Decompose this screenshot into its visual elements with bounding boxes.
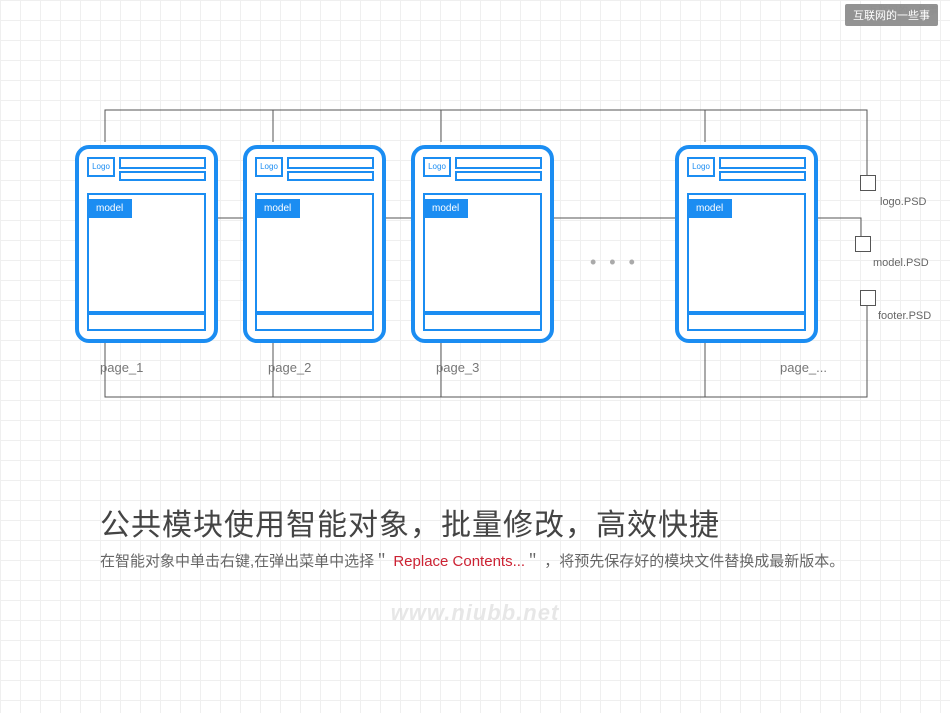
header-bar: [455, 157, 542, 169]
nav-bar: [119, 171, 206, 181]
menu-command: Replace Contents...: [389, 553, 525, 570]
footer-slot: [255, 313, 374, 331]
page-card-1: Logo model: [75, 145, 218, 343]
page-label-n: page_...: [780, 360, 827, 375]
desc-part-b: ＂ ，将预先保存好的模块文件替换成最新版本。: [525, 553, 844, 570]
description: 在智能对象中单击右键,在弹出菜单中选择＂ Replace Contents...…: [100, 548, 880, 576]
header-bar: [119, 157, 206, 169]
page-label-1: page_1: [100, 360, 143, 375]
diagram-stage: Logo model Logo model Logo model Logo mo…: [0, 0, 950, 440]
logo-slot: Logo: [687, 157, 715, 177]
logo-slot: Logo: [423, 157, 451, 177]
nav-bar: [287, 171, 374, 181]
model-badge: model: [423, 199, 468, 218]
file-icon: [860, 290, 876, 306]
file-icon: [855, 236, 871, 252]
file-label-model: model.PSD: [873, 257, 929, 269]
footer-slot: [687, 313, 806, 331]
model-badge: model: [687, 199, 732, 218]
page-card-3: Logo model: [411, 145, 554, 343]
nav-bar: [719, 171, 806, 181]
heading: 公共模块使用智能对象，批量修改，高效快捷: [100, 500, 720, 544]
logo-slot: Logo: [255, 157, 283, 177]
logo-slot: Logo: [87, 157, 115, 177]
page-label-2: page_2: [268, 360, 311, 375]
page-card-n: Logo model: [675, 145, 818, 343]
header-bar: [719, 157, 806, 169]
file-label-logo: logo.PSD: [880, 196, 926, 208]
page-label-3: page_3: [436, 360, 479, 375]
model-badge: model: [87, 199, 132, 218]
ellipsis-icon: • • •: [590, 252, 639, 273]
desc-part-a: 在智能对象中单击右键,在弹出菜单中选择＂: [100, 553, 389, 570]
file-label-footer: footer.PSD: [878, 310, 931, 322]
footer-slot: [87, 313, 206, 331]
page-card-2: Logo model: [243, 145, 386, 343]
model-badge: model: [255, 199, 300, 218]
header-bar: [287, 157, 374, 169]
nav-bar: [455, 171, 542, 181]
file-icon: [860, 175, 876, 191]
footer-slot: [423, 313, 542, 331]
watermark: www.niubb.net: [0, 600, 950, 626]
